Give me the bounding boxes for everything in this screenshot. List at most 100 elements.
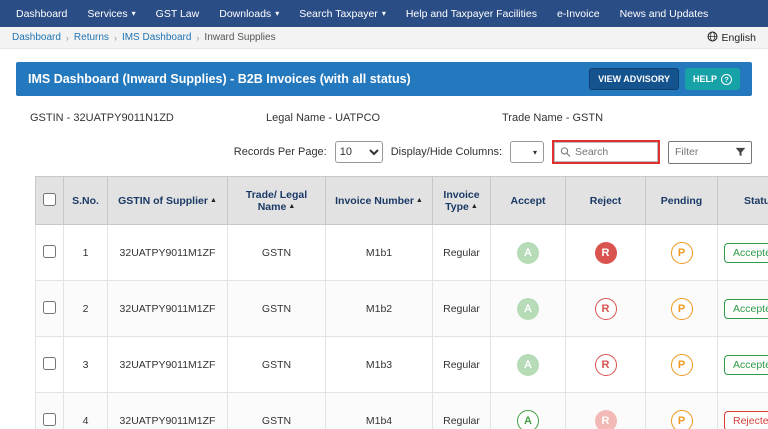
status-badge: Accepted <box>724 299 768 319</box>
filter-funnel-icon <box>735 147 746 158</box>
page-title: IMS Dashboard (Inward Supplies) - B2B In… <box>28 72 411 86</box>
nav-item-gst-law[interactable]: GST Law <box>146 0 210 27</box>
sort-asc-icon: ▲ <box>288 203 295 210</box>
display-hide-columns-label: Display/Hide Columns: <box>391 146 502 158</box>
trade-name-value: Trade Name - GSTN <box>502 112 738 124</box>
select-all-checkbox[interactable] <box>43 193 56 206</box>
cell-invoice-type: Regular <box>433 281 491 337</box>
nav-item-search-taxpayer[interactable]: Search Taxpayer▾ <box>289 0 396 27</box>
top-navigation: Dashboard Services▾ GST Law Downloads▾ S… <box>0 0 768 27</box>
help-button[interactable]: HELP ? <box>685 68 740 90</box>
sort-asc-icon: ▲ <box>210 197 217 204</box>
cell-invoice-number: M1b4 <box>326 393 433 429</box>
header-trade-legal-name[interactable]: Trade/ Legal Name▲ <box>228 177 326 225</box>
nav-item-dashboard[interactable]: Dashboard <box>6 0 77 27</box>
status-badge: Accepted <box>724 355 768 375</box>
header-status: Status <box>718 177 768 225</box>
pending-action-icon[interactable]: P <box>671 242 693 264</box>
pending-action-icon[interactable]: P <box>671 298 693 320</box>
cell-invoice-number: M1b1 <box>326 225 433 281</box>
invoices-table: S.No. GSTIN of Supplier▲ Trade/ Legal Na… <box>35 176 768 429</box>
breadcrumb-separator: › <box>66 33 69 43</box>
page-title-bar: IMS Dashboard (Inward Supplies) - B2B In… <box>16 62 752 96</box>
cell-gstin: 32UATPY9011M1ZF <box>108 337 228 393</box>
cell-sno: 4 <box>64 393 108 429</box>
cell-invoice-type: Regular <box>433 337 491 393</box>
cell-sno: 1 <box>64 225 108 281</box>
language-selector[interactable]: English <box>707 31 756 45</box>
cell-trade-legal: GSTN <box>228 281 326 337</box>
filter-box <box>668 141 752 164</box>
breadcrumb-inward-supplies: Inward Supplies <box>204 32 275 43</box>
nav-item-help-taxpayer-facilities[interactable]: Help and Taxpayer Facilities <box>396 0 547 27</box>
header-pending: Pending <box>646 177 718 225</box>
accept-action-icon[interactable]: A <box>517 298 539 320</box>
header-sno: S.No. <box>64 177 108 225</box>
cell-gstin: 32UATPY9011M1ZF <box>108 393 228 429</box>
pending-action-icon[interactable]: P <box>671 410 693 429</box>
search-highlight-box <box>552 140 660 164</box>
breadcrumb: Dashboard › Returns › IMS Dashboard › In… <box>12 32 276 43</box>
nav-item-news-updates[interactable]: News and Updates <box>610 0 719 27</box>
header-select-all-cell <box>36 177 64 225</box>
breadcrumb-dashboard[interactable]: Dashboard <box>12 32 61 43</box>
sort-asc-icon: ▲ <box>416 197 423 204</box>
breadcrumb-ims-dashboard[interactable]: IMS Dashboard <box>122 32 191 43</box>
breadcrumb-returns[interactable]: Returns <box>74 32 109 43</box>
reject-action-icon[interactable]: R <box>595 242 617 264</box>
table-controls: Records Per Page: 10 Display/Hide Column… <box>16 136 752 176</box>
sort-asc-icon: ▲ <box>471 203 478 210</box>
records-per-page-select[interactable]: 10 <box>335 141 383 163</box>
globe-icon <box>707 31 718 45</box>
header-invoice-number[interactable]: Invoice Number▲ <box>326 177 433 225</box>
row-checkbox[interactable] <box>43 357 56 370</box>
header-reject: Reject <box>566 177 646 225</box>
cell-trade-legal: GSTN <box>228 393 326 429</box>
reject-action-icon[interactable]: R <box>595 298 617 320</box>
breadcrumb-separator: › <box>114 33 117 43</box>
nav-item-e-invoice[interactable]: e-Invoice <box>547 0 610 27</box>
table-row: 3 32UATPY9011M1ZF GSTN M1b3 Regular A R … <box>36 337 768 393</box>
header-invoice-type[interactable]: Invoice Type▲ <box>433 177 491 225</box>
cell-invoice-number: M1b3 <box>326 337 433 393</box>
row-checkbox[interactable] <box>43 413 56 426</box>
breadcrumb-separator: › <box>196 33 199 43</box>
cell-invoice-type: Regular <box>433 225 491 281</box>
row-checkbox[interactable] <box>43 301 56 314</box>
cell-invoice-type: Regular <box>433 393 491 429</box>
breadcrumb-bar: Dashboard › Returns › IMS Dashboard › In… <box>0 27 768 49</box>
table-row: 4 32UATPY9011M1ZF GSTN M1b4 Regular A R … <box>36 393 768 429</box>
row-checkbox[interactable] <box>43 245 56 258</box>
reject-action-icon[interactable]: R <box>595 410 617 429</box>
main-content: IMS Dashboard (Inward Supplies) - B2B In… <box>0 49 768 429</box>
pending-action-icon[interactable]: P <box>671 354 693 376</box>
cell-trade-legal: GSTN <box>228 337 326 393</box>
taxpayer-info-row: GSTIN - 32UATPY9011N1ZD Legal Name - UAT… <box>16 96 752 136</box>
cell-gstin: 32UATPY9011M1ZF <box>108 281 228 337</box>
cell-invoice-number: M1b2 <box>326 281 433 337</box>
nav-item-downloads[interactable]: Downloads▾ <box>209 0 289 27</box>
view-advisory-button[interactable]: VIEW ADVISORY <box>589 68 679 90</box>
records-per-page-label: Records Per Page: <box>234 146 327 158</box>
cell-gstin: 32UATPY9011M1ZF <box>108 225 228 281</box>
legal-name-value: Legal Name - UATPCO <box>266 112 502 124</box>
gstin-value: GSTIN - 32UATPY9011N1ZD <box>30 112 266 124</box>
chevron-down-icon: ▾ <box>132 9 136 18</box>
nav-item-services[interactable]: Services▾ <box>77 0 145 27</box>
status-badge: Accepted <box>724 243 768 263</box>
cell-sno: 3 <box>64 337 108 393</box>
chevron-down-icon: ▾ <box>275 9 279 18</box>
accept-action-icon[interactable]: A <box>517 410 539 429</box>
search-icon <box>560 147 571 158</box>
table-header-row: S.No. GSTIN of Supplier▲ Trade/ Legal Na… <box>36 177 768 225</box>
accept-action-icon[interactable]: A <box>517 354 539 376</box>
table-row: 1 32UATPY9011M1ZF GSTN M1b1 Regular A R … <box>36 225 768 281</box>
accept-action-icon[interactable]: A <box>517 242 539 264</box>
status-badge: Rejected <box>724 411 768 429</box>
invoices-table-wrap: S.No. GSTIN of Supplier▲ Trade/ Legal Na… <box>35 176 768 429</box>
chevron-down-icon: ▾ <box>533 148 537 157</box>
header-gstin-of-supplier[interactable]: GSTIN of Supplier▲ <box>108 177 228 225</box>
reject-action-icon[interactable]: R <box>595 354 617 376</box>
display-hide-columns-dropdown[interactable]: ▾ <box>510 141 544 163</box>
chevron-down-icon: ▾ <box>382 9 386 18</box>
